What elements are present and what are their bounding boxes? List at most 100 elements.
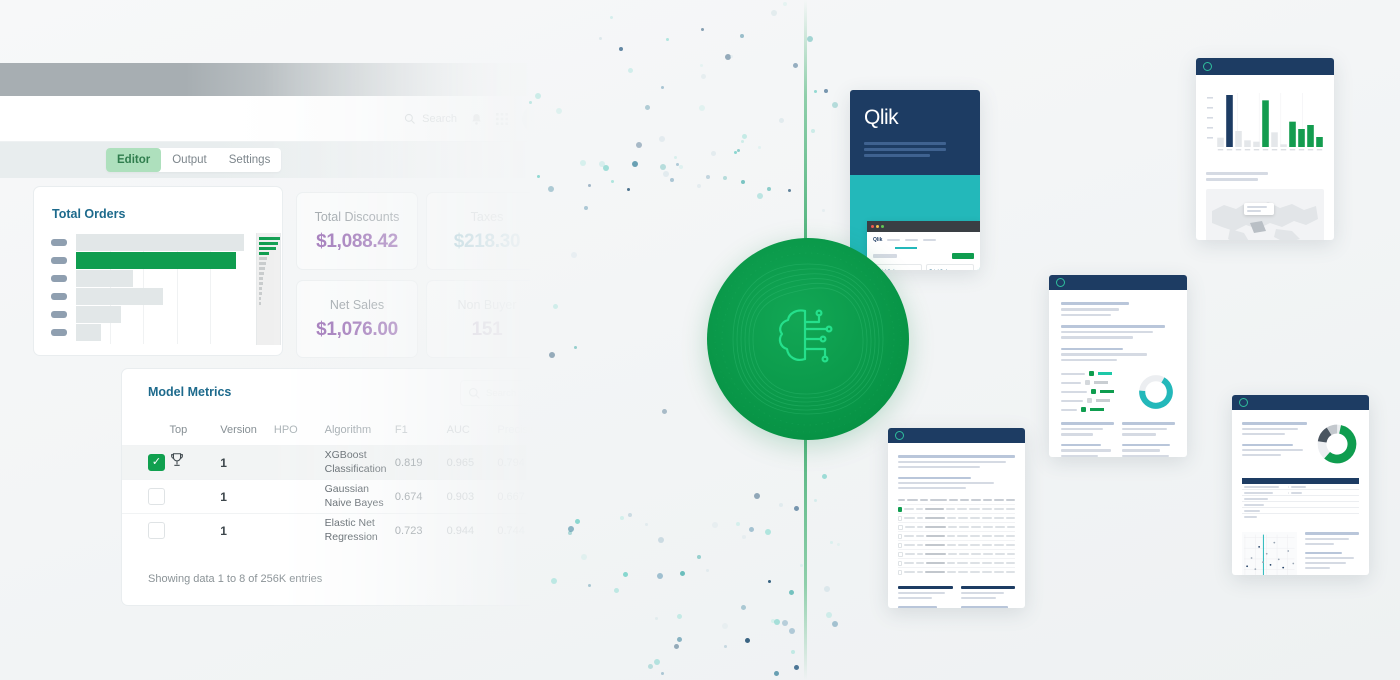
dashboard-body: Total Orders Total Discounts $1,088.42 T…: [0, 178, 560, 680]
browser-chrome-bar: [867, 221, 980, 232]
window-titlebar: [0, 63, 560, 96]
decorative-dot: [658, 136, 665, 143]
bar: [1289, 121, 1296, 147]
tab-settings[interactable]: Settings: [218, 148, 282, 172]
ai-emblem: [707, 238, 909, 440]
row-f1: 0.819: [394, 456, 423, 469]
decorative-dot: [661, 671, 665, 675]
table-row: [898, 513, 1015, 522]
model-metrics-card: Model Metrics Search Top Version HPO Alg…: [121, 368, 552, 606]
decorative-dot: [774, 671, 780, 677]
row-checkbox[interactable]: [148, 454, 165, 471]
tab-editor[interactable]: Editor: [106, 148, 162, 172]
bar-chart-report-card: [1196, 58, 1334, 240]
col-top[interactable]: Top: [169, 424, 220, 436]
decorative-dot: [770, 9, 777, 16]
dashboard-mockup: Search QL Editor Output Settings Total O…: [0, 0, 560, 680]
table-row[interactable]: 1 Elastic Net Regression 0.723 0.944 0.7…: [122, 513, 552, 547]
qlik-mark-icon: [1203, 62, 1212, 71]
kpi-value: 151: [471, 318, 503, 340]
decorative-dot: [587, 183, 591, 187]
decorative-dot: [792, 63, 798, 69]
decorative-dot: [735, 522, 740, 527]
bar[interactable]: [76, 270, 134, 287]
kpi-net-sales: Net Sales $1,076.00: [296, 280, 418, 358]
bar-category-stub: [51, 257, 67, 264]
row-precision: 0.667: [497, 490, 525, 503]
bar: [1235, 131, 1242, 147]
table-header-row: Top Version HPO Algorithm F1 AUC Precisi…: [122, 415, 552, 445]
bar[interactable]: [76, 234, 244, 251]
table-row[interactable]: 1 Gaussian Naive Bayes 0.674 0.903 0.667: [122, 479, 552, 513]
kpi-value: $1,088.42: [316, 230, 398, 252]
col-auc[interactable]: AUC: [447, 424, 498, 436]
tab-bar: Editor Output Settings: [0, 142, 560, 178]
qlik-mark-icon: [1239, 398, 1248, 407]
row-algorithm: Elastic Net Regression: [324, 516, 378, 543]
decorative-dot: [644, 522, 648, 526]
mini-bar: [259, 297, 261, 300]
bar: [1280, 144, 1287, 147]
decorative-dot: [573, 346, 577, 350]
mini-bar: [259, 272, 264, 275]
col-version[interactable]: Version: [220, 424, 274, 436]
decorative-dot: [813, 90, 817, 94]
decorative-dot: [787, 189, 791, 193]
grid-apps-icon[interactable]: [496, 113, 508, 125]
decorative-dot: [580, 554, 587, 561]
decorative-dot: [632, 160, 639, 167]
mini-bar: [259, 302, 261, 305]
kpi-label: Non Buyer: [457, 297, 517, 312]
bar: [1262, 100, 1269, 147]
search-input[interactable]: Search: [404, 113, 457, 125]
table-footer-count: Showing data 1 to 8 of 256K entries: [148, 573, 323, 585]
decorative-dot: [619, 46, 624, 51]
avatar[interactable]: QL: [522, 105, 550, 133]
scatter-point: [1262, 561, 1264, 563]
bar-chart: [1207, 93, 1323, 151]
map-widget: [1206, 189, 1324, 240]
mini-bar: [259, 247, 276, 250]
qlik-logo-text: Qlik: [864, 106, 899, 129]
donut-chart: [1139, 374, 1173, 409]
bar[interactable]: [76, 306, 122, 323]
total-orders-mini-panel: [256, 233, 281, 345]
tab-group: Editor Output Settings: [106, 148, 282, 172]
col-f1[interactable]: F1: [395, 424, 447, 436]
search-placeholder-text: Search: [422, 113, 457, 125]
bar[interactable]: [76, 324, 102, 341]
decorative-dot: [648, 663, 654, 669]
decorative-dot: [821, 209, 825, 212]
col-hpo[interactable]: HPO: [274, 424, 325, 436]
decorative-dot: [740, 34, 745, 39]
bar[interactable]: [76, 288, 164, 305]
row-checkbox[interactable]: [148, 488, 165, 505]
col-algorithm[interactable]: Algorithm: [325, 424, 395, 436]
row-checkbox[interactable]: [148, 522, 165, 539]
bell-icon[interactable]: [471, 113, 482, 126]
row-precision: 0.744: [497, 524, 525, 537]
decorative-dot: [657, 573, 664, 579]
qlik-brand-card: Qlik Qlik Total Orders Total Orders: [850, 90, 980, 270]
row-checkbox: [898, 569, 903, 575]
decorative-dot: [628, 513, 633, 518]
card-body: [1196, 75, 1334, 240]
bar-category-stub: [51, 275, 67, 282]
decorative-dot: [626, 188, 630, 192]
col-precision[interactable]: Precision: [497, 424, 552, 436]
scatter-point: [1277, 558, 1280, 561]
model-metrics-search-input[interactable]: Search: [460, 380, 536, 406]
card-header: [1232, 395, 1369, 410]
card-header: [1196, 58, 1334, 75]
decorative-dot: [654, 659, 661, 666]
scatter-point: [1292, 562, 1295, 565]
tab-output[interactable]: Output: [161, 148, 218, 172]
scatter-point: [1265, 552, 1268, 555]
bar[interactable]: [76, 252, 236, 269]
mini-bar: [259, 257, 267, 260]
row-trophy: [169, 452, 220, 473]
scatter-point: [1287, 550, 1290, 552]
mini-bar: [259, 292, 262, 295]
table-row[interactable]: 1 XGBoost Classification 0.819 0.965 0.7…: [122, 445, 552, 479]
trophy-icon: [171, 453, 184, 466]
